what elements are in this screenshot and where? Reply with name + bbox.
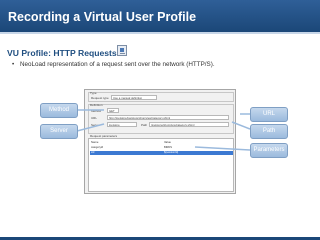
url-callout: URL [250, 107, 288, 122]
parameters-callout: Parameters [250, 143, 288, 158]
path-callout: Path [250, 124, 288, 139]
path-arrow [231, 121, 251, 130]
server-callout: Server [40, 124, 78, 139]
server-arrow [76, 123, 105, 132]
parameters-arrow [194, 146, 251, 151]
method-callout: Method [40, 103, 78, 118]
